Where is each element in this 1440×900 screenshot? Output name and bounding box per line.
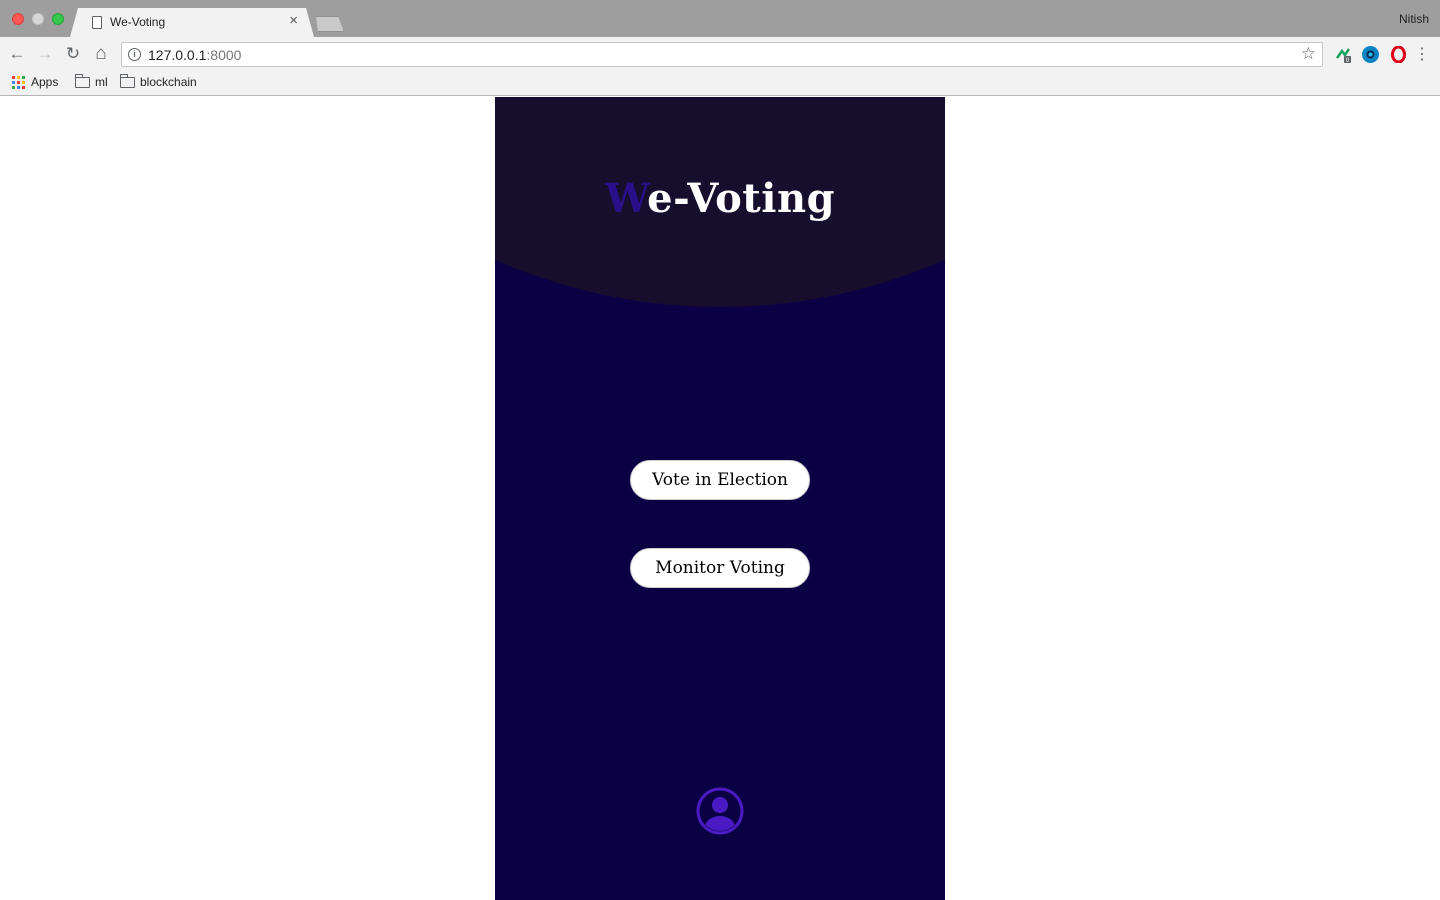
- back-icon[interactable]: ←: [6, 43, 28, 65]
- folder-icon: [120, 73, 135, 88]
- tab-close-icon[interactable]: ×: [289, 13, 298, 28]
- bookmark-blockchain[interactable]: blockchain: [120, 73, 197, 89]
- menu-icon[interactable]: ⋮: [1411, 43, 1433, 65]
- apps-grid-icon: [12, 75, 25, 89]
- new-tab-button[interactable]: [312, 16, 344, 32]
- bookmarks-bar: Apps ml blockchain: [0, 72, 1440, 96]
- bookmark-label: ml: [95, 75, 108, 89]
- info-icon[interactable]: i: [128, 48, 141, 61]
- bookmark-label: blockchain: [140, 75, 197, 89]
- profile-name[interactable]: Nitish: [1399, 12, 1429, 26]
- tab-title: We-Voting: [110, 15, 166, 29]
- bookmark-ml[interactable]: ml: [75, 73, 108, 89]
- extension-bot-icon[interactable]: [1362, 46, 1379, 63]
- bookmark-apps[interactable]: Apps: [12, 75, 58, 89]
- address-bar[interactable]: i 127.0.0.1:8000 ☆: [121, 42, 1323, 67]
- user-profile-icon[interactable]: [696, 787, 744, 835]
- svg-text:0: 0: [1346, 57, 1350, 63]
- url-port: :8000: [206, 47, 242, 63]
- url-text[interactable]: 127.0.0.1:8000: [148, 47, 241, 63]
- minimize-window-button[interactable]: [32, 13, 44, 25]
- monitor-voting-button[interactable]: Monitor Voting: [630, 548, 810, 588]
- star-icon[interactable]: ☆: [1301, 44, 1316, 64]
- bookmark-label: Apps: [31, 75, 59, 89]
- page-icon: [92, 16, 102, 29]
- vote-in-election-button[interactable]: Vote in Election: [630, 460, 810, 500]
- browser-titlebar: We-Voting × Nitish: [0, 0, 1440, 37]
- app-container: We-Voting Vote in Election Monitor Votin…: [495, 97, 945, 900]
- browser-tab[interactable]: We-Voting ×: [70, 8, 314, 37]
- zoom-window-button[interactable]: [52, 13, 64, 25]
- logo-accent-letter: W: [604, 175, 648, 222]
- url-host: 127.0.0.1: [148, 47, 207, 63]
- logo-rest: e-Voting: [647, 175, 836, 222]
- forward-icon[interactable]: →: [34, 43, 56, 65]
- folder-icon: [75, 73, 90, 88]
- reload-icon[interactable]: ↻: [62, 43, 84, 65]
- home-icon[interactable]: ⌂: [90, 43, 112, 65]
- opera-icon[interactable]: [1390, 45, 1407, 64]
- app-logo-title: We-Voting: [495, 175, 945, 222]
- close-window-button[interactable]: [12, 13, 24, 25]
- extension-sync-icon[interactable]: 0: [1335, 46, 1352, 64]
- browser-toolbar: ← → ↻ ⌂ i 127.0.0.1:8000 ☆ 0 ⋮: [0, 37, 1440, 72]
